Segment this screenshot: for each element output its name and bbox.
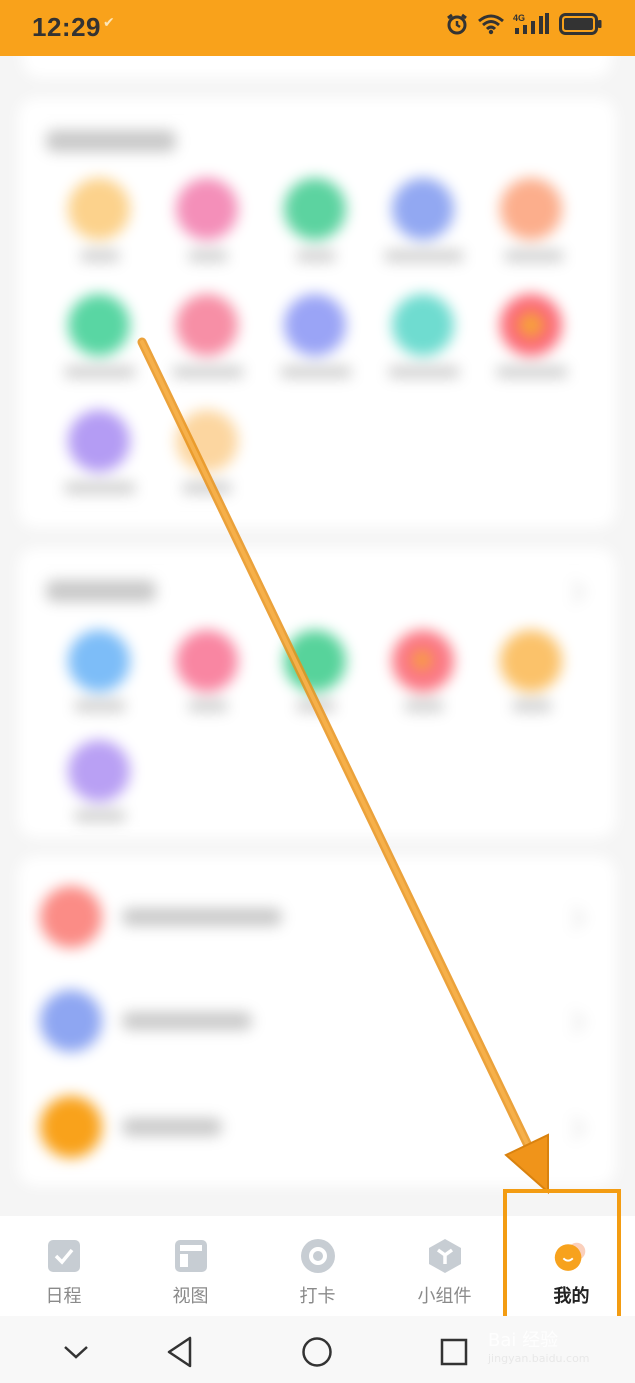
- feature-icon: [500, 178, 562, 240]
- list-item-icon: [40, 886, 102, 948]
- tab-label: 打卡: [299, 1286, 336, 1307]
- cube-icon: [427, 1238, 463, 1274]
- feature-label: [504, 250, 564, 262]
- feature-label: [404, 700, 444, 712]
- check-icon: ✔: [103, 14, 115, 30]
- feature-icon: [500, 630, 562, 692]
- signal-4g-icon: 4G: [513, 12, 551, 41]
- feature-icon: [284, 178, 346, 240]
- settings-list-card: [18, 856, 616, 1186]
- chevron-right-icon: [562, 1116, 586, 1140]
- list-item-text: [122, 908, 282, 926]
- chevron-right-icon: [562, 580, 586, 604]
- list-item-text: [122, 1118, 222, 1136]
- top-card: [22, 56, 612, 78]
- main-content: [0, 56, 635, 1216]
- chevron-right-icon: [562, 1010, 586, 1034]
- status-time: 12:29: [32, 12, 101, 42]
- feature-label: [188, 250, 228, 262]
- battery-icon: [559, 13, 603, 40]
- feature-label: [388, 366, 460, 378]
- feature-label: [296, 250, 336, 262]
- feature-label: [64, 366, 136, 378]
- layout-icon: [173, 1238, 209, 1274]
- feature-label: [496, 366, 568, 378]
- feature-label: [182, 482, 232, 494]
- feature-label: [64, 482, 136, 494]
- status-bar: 12:29 ✔ 4G: [0, 0, 635, 56]
- target-icon: [300, 1238, 336, 1274]
- feature-label: [188, 700, 228, 712]
- feature-label: [80, 250, 120, 262]
- feature-icon: [392, 294, 454, 356]
- annotation-highlight-box: [503, 1189, 621, 1337]
- feature-icon: [68, 178, 130, 240]
- alarm-icon: [445, 12, 469, 41]
- status-icons: 4G: [445, 12, 603, 41]
- section-title-placeholder: [46, 580, 156, 602]
- list-item-icon: [40, 1096, 102, 1158]
- tab-label: 视图: [172, 1286, 209, 1307]
- feature-card-secondary: [18, 548, 616, 838]
- feature-card-primary: [18, 98, 616, 528]
- feature-label: [280, 366, 352, 378]
- back-triangle-icon[interactable]: [160, 1332, 200, 1372]
- feature-icon: [392, 178, 454, 240]
- checkbox-icon: [46, 1238, 82, 1274]
- feature-icon: [176, 630, 238, 692]
- feature-label: [296, 700, 336, 712]
- section-title-placeholder: [46, 130, 176, 152]
- feature-icon: [176, 294, 238, 356]
- list-item-icon: [40, 990, 102, 1052]
- wifi-icon: [477, 13, 505, 40]
- feature-label: [512, 700, 552, 712]
- chevron-down-icon[interactable]: [56, 1332, 96, 1372]
- network-label: 4G: [513, 13, 525, 23]
- feature-label: [172, 366, 244, 378]
- feature-icon: [68, 410, 130, 472]
- feature-label: [384, 250, 464, 262]
- feature-icon: [68, 740, 130, 802]
- feature-icon: [68, 294, 130, 356]
- feature-icon: [176, 178, 238, 240]
- home-circle-icon[interactable]: [297, 1332, 337, 1372]
- watermark-url: jingyan.baidu.com: [488, 1352, 590, 1365]
- feature-icon: [68, 630, 130, 692]
- tab-schedule[interactable]: 日程: [0, 1216, 127, 1316]
- tab-view[interactable]: 视图: [127, 1216, 254, 1316]
- blurred-page: [0, 56, 635, 1216]
- recents-square-icon[interactable]: [434, 1332, 474, 1372]
- list-item-text: [122, 1012, 252, 1030]
- feature-icon: [284, 294, 346, 356]
- watermark: Bai 经验: [488, 1330, 559, 1351]
- tab-label: 日程: [45, 1286, 82, 1307]
- feature-icon: [284, 630, 346, 692]
- feature-label: [74, 810, 126, 822]
- tab-checkin[interactable]: 打卡: [254, 1216, 381, 1316]
- tab-label: 小组件: [417, 1286, 472, 1307]
- chevron-right-icon: [562, 906, 586, 930]
- feature-icon: [176, 410, 238, 472]
- tab-widgets[interactable]: 小组件: [381, 1216, 508, 1316]
- feature-label: [74, 700, 126, 712]
